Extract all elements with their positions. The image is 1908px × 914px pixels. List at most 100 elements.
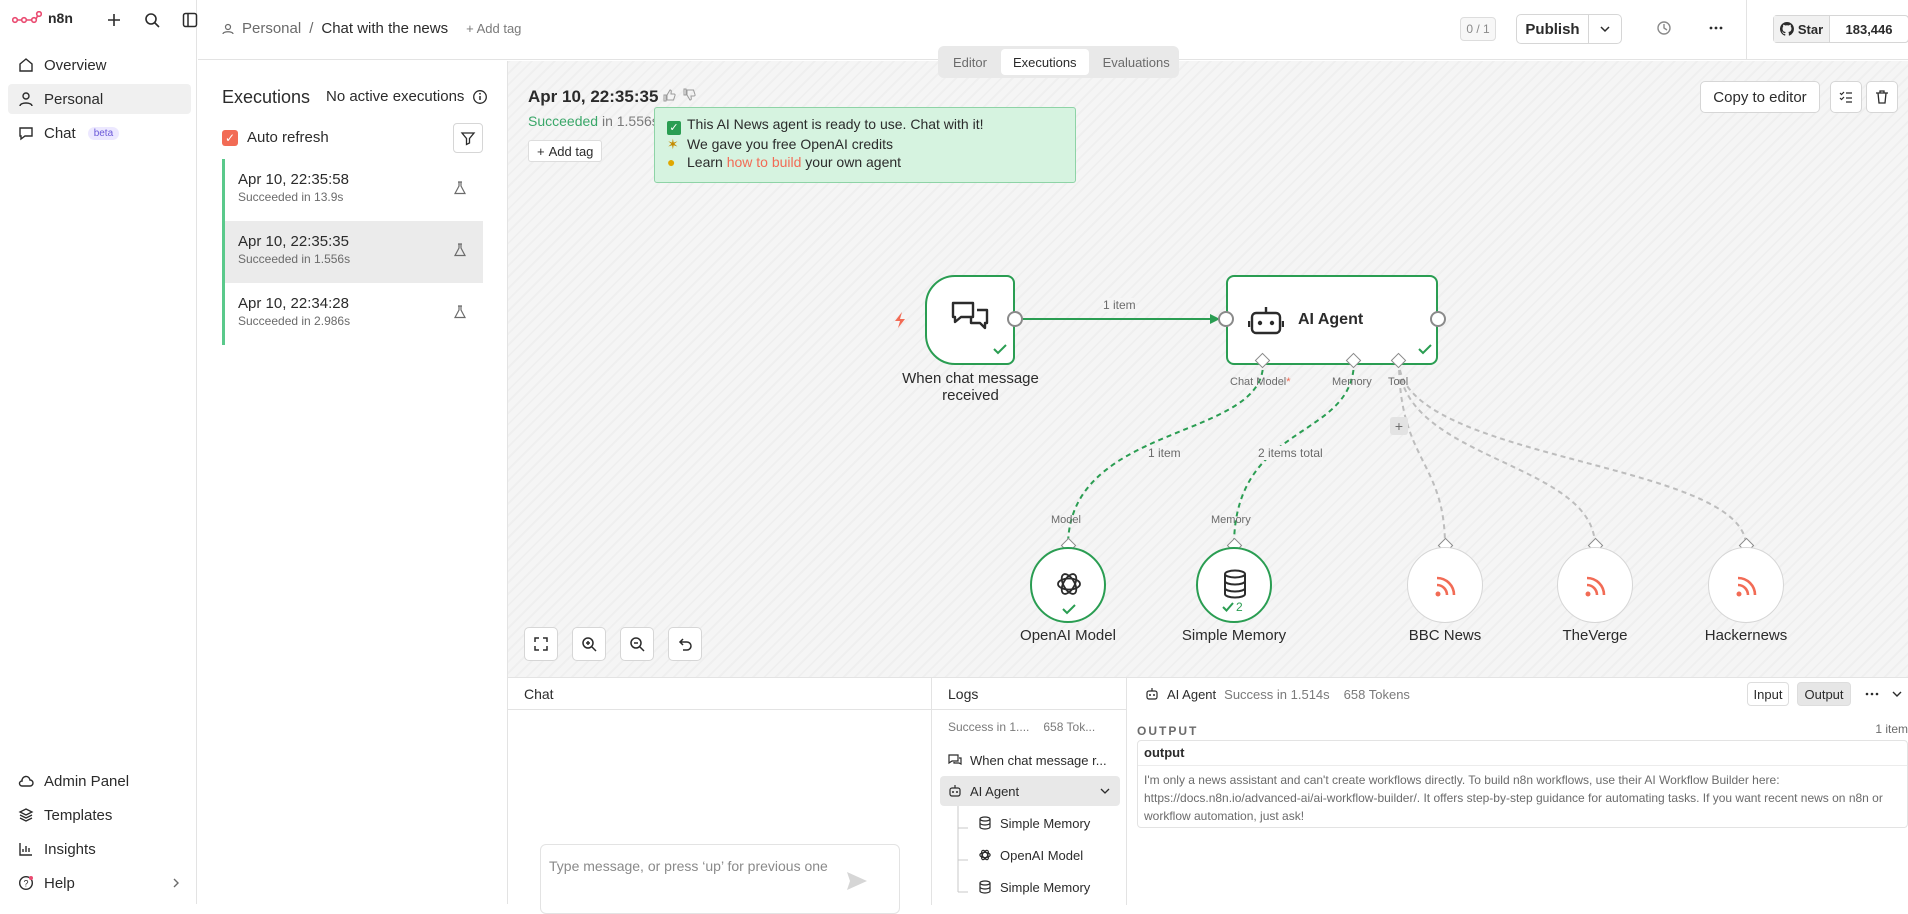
add-tag-link[interactable]: + Add tag bbox=[466, 21, 521, 36]
zoom-out-button[interactable] bbox=[620, 627, 654, 661]
database-icon bbox=[1224, 569, 1246, 599]
flask-icon[interactable] bbox=[453, 181, 467, 195]
zoom-in-button[interactable] bbox=[572, 627, 606, 661]
log-entry[interactable]: AI Agent bbox=[940, 776, 1120, 806]
log-entry[interactable]: OpenAI Model bbox=[970, 840, 1120, 870]
log-entry[interactable]: Simple Memory bbox=[970, 872, 1120, 902]
sidebar-item-label: Templates bbox=[44, 806, 113, 824]
sidebar-item-help[interactable]: ? Help bbox=[8, 868, 191, 898]
chevron-down-icon[interactable] bbox=[1891, 688, 1903, 700]
n8n-logo[interactable]: n8n bbox=[12, 10, 73, 26]
execution-date: Apr 10, 22:34:28 bbox=[238, 295, 349, 312]
agent-output-handle[interactable] bbox=[1430, 311, 1446, 327]
execution-date: Apr 10, 22:35:35 bbox=[238, 233, 349, 250]
theverge-label: TheVerge bbox=[1562, 627, 1628, 644]
publish-button[interactable]: Publish bbox=[1517, 15, 1589, 43]
sidebar-item-overview[interactable]: Overview bbox=[8, 50, 191, 80]
agent-input-handle[interactable] bbox=[1218, 311, 1234, 327]
ai-agent-label: AI Agent bbox=[1298, 311, 1364, 328]
tab-executions[interactable]: Executions bbox=[1000, 49, 1089, 75]
flask-icon[interactable] bbox=[453, 305, 467, 319]
more-options-icon[interactable] bbox=[1865, 688, 1879, 700]
header-divider bbox=[1746, 0, 1747, 60]
add-tool-button[interactable]: + bbox=[1390, 417, 1408, 435]
success-check-icon bbox=[1418, 344, 1432, 355]
openai-model-node[interactable] bbox=[1030, 547, 1106, 623]
bbc-news-node[interactable] bbox=[1407, 547, 1483, 623]
tool-connection-bbc bbox=[1398, 360, 1446, 547]
trigger-output-handle[interactable] bbox=[1007, 311, 1023, 327]
logs-summary-status: Success in 1.... bbox=[948, 720, 1030, 734]
input-toggle-button[interactable]: Input bbox=[1747, 682, 1789, 706]
undo-icon bbox=[678, 638, 692, 651]
chat-icon bbox=[19, 127, 33, 141]
simple-memory-node[interactable]: 2 bbox=[1196, 547, 1272, 623]
fit-view-button[interactable] bbox=[524, 627, 558, 661]
flask-icon[interactable] bbox=[453, 243, 467, 257]
sidebar-item-templates[interactable]: Templates bbox=[8, 800, 191, 830]
sidebar-item-label: Help bbox=[44, 874, 75, 892]
auto-refresh-checkbox[interactable]: ✓ bbox=[222, 129, 238, 146]
log-entry-label: OpenAI Model bbox=[1000, 847, 1084, 863]
add-icon[interactable] bbox=[104, 10, 124, 30]
more-options-icon[interactable] bbox=[1706, 18, 1726, 38]
filter-button[interactable] bbox=[453, 123, 483, 153]
workflow-title[interactable]: Chat with the news bbox=[321, 20, 448, 37]
sidebar-item-admin-panel[interactable]: Admin Panel bbox=[8, 766, 191, 796]
hackernews-label: Hackernews bbox=[1704, 627, 1788, 644]
output-toggle-button[interactable]: Output bbox=[1797, 682, 1851, 706]
search-icon[interactable] bbox=[142, 10, 162, 30]
github-star-count: 183,446 bbox=[1845, 21, 1893, 37]
ai-agent-node[interactable]: AI Agent bbox=[1226, 275, 1438, 365]
tab-editor[interactable]: Editor bbox=[941, 49, 999, 75]
execution-row[interactable]: Apr 10, 22:35:58 Succeeded in 13.9s bbox=[222, 159, 483, 221]
execution-row[interactable]: Apr 10, 22:34:28 Succeeded in 2.986s bbox=[222, 283, 483, 345]
success-check-icon bbox=[1222, 602, 1234, 612]
sidebar-item-label: Personal bbox=[44, 90, 104, 108]
github-star-label: Star bbox=[1797, 21, 1824, 37]
sidebar-toggle-icon[interactable] bbox=[180, 10, 200, 30]
memory-run-count-value: 2 bbox=[1236, 600, 1243, 614]
active-executions-status: No active executions bbox=[326, 88, 488, 105]
executions-title: Executions bbox=[222, 87, 311, 107]
log-entry[interactable]: When chat message r... bbox=[940, 745, 1120, 775]
chevron-down-icon bbox=[1600, 26, 1610, 33]
success-check-icon bbox=[993, 344, 1007, 355]
trigger-node[interactable] bbox=[925, 275, 1015, 365]
sidebar-item-personal[interactable]: Personal bbox=[8, 84, 191, 114]
chevron-down-icon[interactable] bbox=[1100, 786, 1110, 796]
lightning-icon bbox=[895, 312, 905, 328]
sidebar-item-label: Overview bbox=[44, 56, 107, 74]
log-entry-label: Simple Memory bbox=[1000, 879, 1091, 895]
app-name: n8n bbox=[48, 10, 73, 26]
send-icon[interactable] bbox=[846, 871, 868, 891]
hackernews-node[interactable] bbox=[1708, 547, 1784, 623]
sidebar-item-chat[interactable]: Chat beta bbox=[8, 118, 191, 148]
info-icon[interactable] bbox=[472, 89, 488, 105]
chat-model-text: Chat Model bbox=[1230, 376, 1287, 388]
executions-panel: Executions No active executions ✓ Auto r… bbox=[198, 61, 508, 904]
sidebar-item-insights[interactable]: Insights bbox=[8, 834, 191, 864]
github-star-button[interactable]: Star bbox=[1774, 16, 1830, 42]
output-item-count: 1 item bbox=[1875, 722, 1908, 736]
reset-zoom-button[interactable] bbox=[668, 627, 702, 661]
tab-evaluations[interactable]: Evaluations bbox=[1091, 49, 1182, 75]
execution-row[interactable]: Apr 10, 22:35:35 Succeeded in 1.556s bbox=[222, 221, 483, 283]
publish-dropdown-button[interactable] bbox=[1589, 15, 1621, 43]
github-star-widget[interactable]: Star 183,446 bbox=[1773, 15, 1908, 43]
sidebar-item-label: Insights bbox=[44, 840, 96, 858]
auto-refresh-toggle[interactable]: ✓ Auto refresh bbox=[222, 129, 329, 146]
history-icon[interactable] bbox=[1654, 18, 1674, 38]
workflow-canvas[interactable]: Apr 10, 22:35:35 Succeeded in 1.556s + Ad… bbox=[508, 61, 1908, 677]
breadcrumb-project[interactable]: Personal bbox=[242, 20, 301, 37]
trigger-node-label: When chat message received bbox=[902, 370, 1039, 404]
log-entry[interactable]: Simple Memory bbox=[970, 808, 1120, 838]
output-key: output bbox=[1144, 745, 1185, 760]
database-icon bbox=[979, 816, 991, 830]
chat-bubbles-icon bbox=[951, 301, 989, 330]
theverge-node[interactable] bbox=[1557, 547, 1633, 623]
openai-icon bbox=[1057, 573, 1081, 595]
sidebar-item-label: Admin Panel bbox=[44, 772, 130, 790]
chat-model-port-label: Chat Model* bbox=[1230, 376, 1291, 388]
view-tabs: Editor Executions Evaluations bbox=[938, 46, 1179, 78]
